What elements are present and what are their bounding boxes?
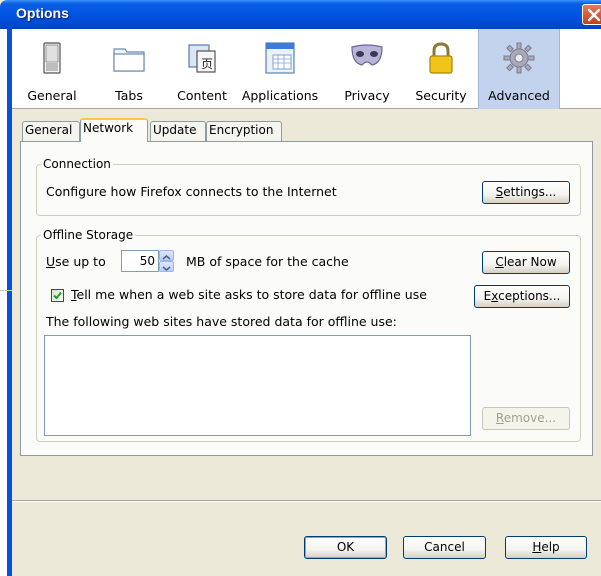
tab-encryption[interactable]: Encryption bbox=[206, 121, 282, 141]
use-up-to-label: Use up to bbox=[46, 254, 106, 269]
connection-caption: Connection bbox=[41, 157, 113, 171]
pane-label: Tabs bbox=[115, 88, 143, 103]
tab-label: Update bbox=[153, 123, 197, 137]
tabs-folder-icon bbox=[113, 48, 145, 72]
options-window: Options General Tabs 页 Content Applicati… bbox=[0, 0, 601, 576]
close-button[interactable] bbox=[582, 4, 601, 25]
title-bar[interactable]: Options bbox=[0, 0, 601, 29]
window-title: Options bbox=[16, 5, 69, 21]
settings-button-label: ettings... bbox=[503, 185, 557, 199]
clear-now-label: lear Now bbox=[503, 255, 557, 269]
advanced-gear-icon bbox=[503, 42, 535, 74]
tell-me-checkbox[interactable] bbox=[51, 289, 64, 302]
remove-button: Remove... bbox=[482, 407, 570, 430]
cancel-label: Cancel bbox=[424, 540, 465, 554]
spin-down-button[interactable] bbox=[159, 261, 174, 272]
exceptions-button[interactable]: Exceptions... bbox=[474, 285, 570, 308]
security-lock-icon bbox=[429, 42, 453, 74]
tab-network[interactable]: Network bbox=[80, 118, 148, 142]
tab-update[interactable]: Update bbox=[150, 121, 206, 141]
clear-now-button[interactable]: Clear Now bbox=[482, 251, 570, 274]
pane-general[interactable]: General bbox=[22, 29, 82, 109]
tab-label: General bbox=[25, 123, 73, 137]
tab-label: Encryption bbox=[209, 123, 274, 137]
window-left-frame bbox=[0, 29, 12, 576]
tell-me-label[interactable]: Tell me when a web site asks to store da… bbox=[71, 287, 427, 302]
pane-toolbar: General Tabs 页 Content Applications Priv… bbox=[12, 29, 601, 109]
close-icon bbox=[587, 8, 601, 22]
remove-label: emove... bbox=[503, 411, 557, 425]
general-switch-icon bbox=[43, 42, 61, 74]
stored-sites-label: The following web sites have stored data… bbox=[46, 314, 397, 329]
pane-advanced[interactable]: Advanced bbox=[478, 29, 560, 109]
pane-tabs[interactable]: Tabs bbox=[104, 29, 154, 109]
checkmark-icon bbox=[53, 291, 62, 300]
help-button[interactable]: Help bbox=[505, 536, 587, 559]
pane-applications[interactable]: Applications bbox=[238, 29, 322, 109]
background-line bbox=[0, 290, 12, 291]
pane-label: Advanced bbox=[488, 88, 550, 103]
help-label: elp bbox=[541, 540, 560, 554]
pane-privacy[interactable]: Privacy bbox=[340, 29, 394, 109]
pane-security[interactable]: Security bbox=[404, 29, 478, 109]
privacy-mask-icon bbox=[351, 44, 383, 66]
pane-label: Content bbox=[177, 88, 227, 103]
spin-up-button[interactable] bbox=[159, 250, 174, 261]
offline-storage-caption: Offline Storage bbox=[41, 228, 136, 242]
pane-label: General bbox=[27, 88, 77, 103]
ok-button[interactable]: OK bbox=[304, 536, 387, 559]
pane-label: Applications bbox=[241, 88, 319, 103]
cancel-button[interactable]: Cancel bbox=[403, 536, 486, 559]
cache-size-input[interactable]: 50 bbox=[121, 250, 159, 272]
svg-text:页: 页 bbox=[201, 57, 213, 71]
tab-general[interactable]: General bbox=[22, 121, 80, 141]
pane-content[interactable]: 页 Content bbox=[170, 29, 234, 109]
applications-window-icon bbox=[265, 42, 295, 74]
settings-button[interactable]: Settings... bbox=[482, 181, 570, 204]
cache-size-suffix: MB of space for the cache bbox=[186, 254, 349, 269]
pane-label: Security bbox=[415, 88, 467, 103]
stored-sites-list[interactable] bbox=[44, 335, 471, 436]
cache-size-spinner[interactable] bbox=[159, 250, 174, 272]
ok-label: OK bbox=[336, 540, 355, 554]
chevron-down-icon bbox=[162, 266, 171, 271]
tab-label: Network bbox=[83, 121, 134, 135]
connection-description: Configure how Firefox connects to the In… bbox=[46, 184, 337, 199]
content-page-icon: 页 bbox=[188, 44, 216, 73]
pane-label: Privacy bbox=[344, 88, 390, 103]
exceptions-label: ceptions... bbox=[498, 289, 561, 303]
